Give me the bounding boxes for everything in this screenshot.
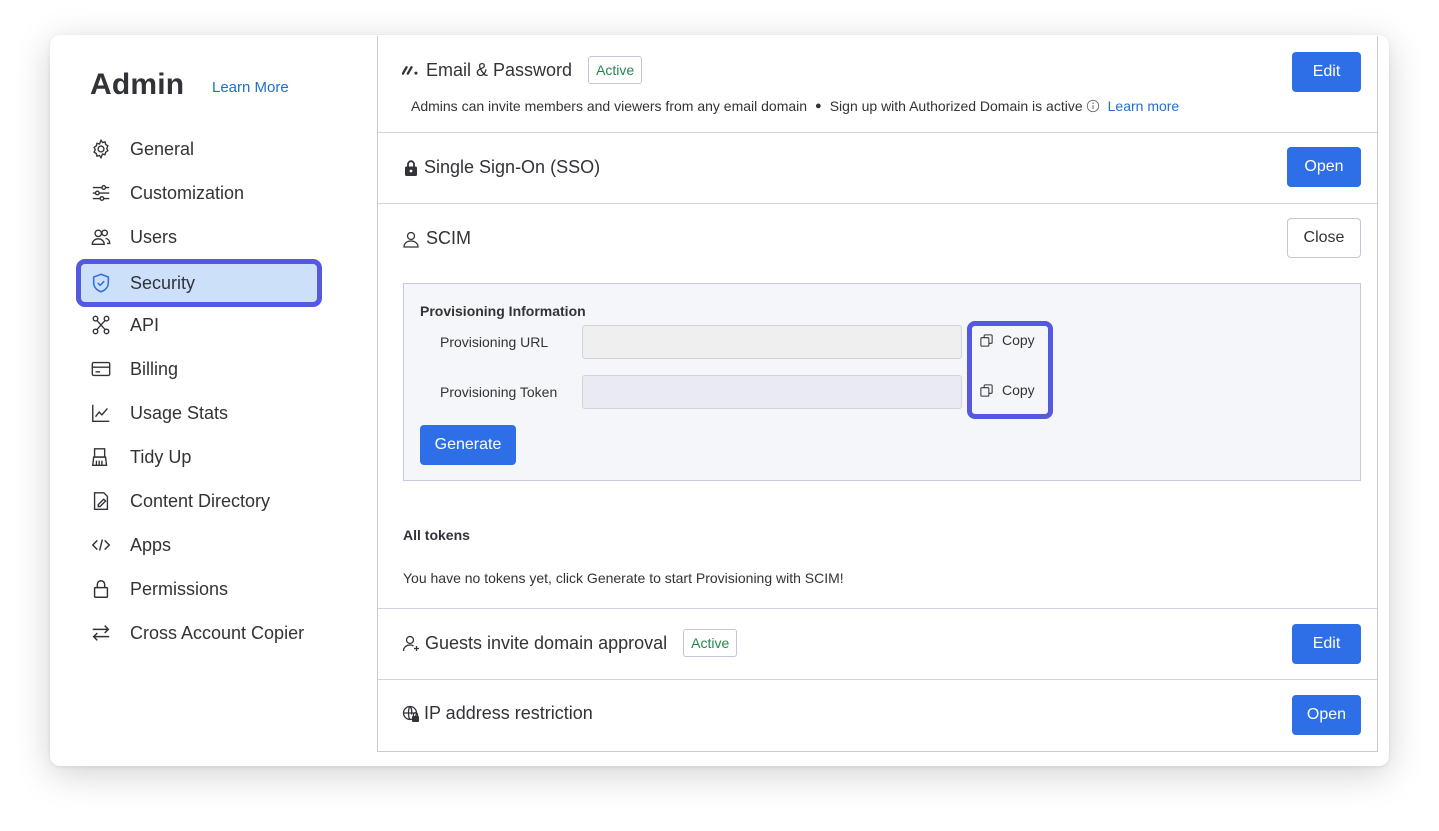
sidebar-item-label: Customization xyxy=(130,182,245,203)
globe-lock-icon xyxy=(402,705,420,723)
gear-icon xyxy=(90,138,112,160)
sidebar-item-security[interactable]: Security xyxy=(76,259,322,307)
generate-button[interactable]: Generate xyxy=(420,425,516,465)
page-title: Admin xyxy=(90,68,185,101)
close-scim-button[interactable]: Close xyxy=(1287,218,1361,258)
sidebar-item-users[interactable]: Users xyxy=(80,216,318,258)
sso-title-row: Single Sign-On (SSO) xyxy=(402,157,600,178)
swap-arrows-icon xyxy=(90,622,112,644)
sidebar-item-label: Usage Stats xyxy=(130,402,229,423)
sidebar-item-label: Users xyxy=(130,226,178,247)
status-badge: Active xyxy=(683,629,738,657)
edit-guests-button[interactable]: Edit xyxy=(1292,624,1361,664)
shield-icon xyxy=(90,272,112,294)
bullet-separator: ● xyxy=(815,100,822,112)
sidebar: Admin Learn More General Customization U… xyxy=(50,35,377,766)
sidebar-item-label: Cross Account Copier xyxy=(130,622,305,643)
lock-icon xyxy=(402,159,420,177)
sso-title: Single Sign-On (SSO) xyxy=(424,157,601,177)
ip-restriction-section: IP address restriction Open xyxy=(378,680,1377,750)
security-settings-panel: Email & Password Active Admins can invit… xyxy=(377,36,1378,752)
provisioning-token-field[interactable] xyxy=(582,375,962,409)
ip-title-row: IP address restriction xyxy=(402,703,593,724)
email-password-section: Email & Password Active Admins can invit… xyxy=(378,36,1377,133)
email-password-title-row: Email & Password Active xyxy=(402,56,643,84)
sidebar-item-apps[interactable]: Apps xyxy=(80,524,318,566)
provisioning-info-box: Provisioning Information Provisioning UR… xyxy=(403,283,1361,481)
status-badge: Active xyxy=(588,56,643,84)
monday-logo-icon xyxy=(402,61,420,79)
broom-icon xyxy=(90,446,112,468)
guests-title-row: Guests invite domain approval Active xyxy=(402,629,738,657)
api-icon xyxy=(90,314,112,336)
sidebar-item-customization[interactable]: Customization xyxy=(80,172,318,214)
copy-label: Copy xyxy=(1002,332,1035,348)
sidebar-item-permissions[interactable]: Permissions xyxy=(80,568,318,610)
copy-url-button[interactable]: Copy xyxy=(979,332,1035,348)
admin-window: Admin Learn More General Customization U… xyxy=(50,35,1389,766)
users-icon xyxy=(90,226,112,248)
sliders-icon xyxy=(90,182,112,204)
provisioning-url-field[interactable] xyxy=(582,325,962,359)
provisioning-title: Provisioning Information xyxy=(420,303,586,319)
email-password-description: Admins can invite members and viewers fr… xyxy=(411,98,1179,114)
chart-icon xyxy=(90,402,112,424)
edit-email-button[interactable]: Edit xyxy=(1292,52,1361,92)
info-icon[interactable] xyxy=(1086,99,1100,113)
guests-title: Guests invite domain approval xyxy=(425,632,668,653)
copy-token-button[interactable]: Copy xyxy=(979,382,1035,398)
sidebar-item-billing[interactable]: Billing xyxy=(80,348,318,390)
desc-text-1: Admins can invite members and viewers fr… xyxy=(411,98,808,114)
sidebar-item-label: Security xyxy=(130,272,196,293)
guests-domain-section: Guests invite domain approval Active Edi… xyxy=(378,609,1377,680)
lock-icon xyxy=(90,578,112,600)
sidebar-item-label: General xyxy=(130,138,195,159)
sidebar-item-label: Apps xyxy=(130,534,172,555)
code-icon xyxy=(90,534,112,556)
sso-section: Single Sign-On (SSO) Open xyxy=(378,133,1377,204)
sidebar-item-api[interactable]: API xyxy=(80,304,318,346)
copy-label: Copy xyxy=(1002,382,1035,398)
sidebar-item-label: Permissions xyxy=(130,578,229,599)
sidebar-item-label: Billing xyxy=(130,358,179,379)
open-sso-button[interactable]: Open xyxy=(1287,147,1361,187)
learn-more-link[interactable]: Learn more xyxy=(1108,98,1180,114)
sidebar-item-label: Content Directory xyxy=(130,490,271,511)
copy-icon xyxy=(980,383,993,397)
credit-card-icon xyxy=(90,358,112,380)
scim-title-row: SCIM xyxy=(402,228,471,249)
scim-title: SCIM xyxy=(426,228,471,248)
sidebar-item-label: API xyxy=(130,314,160,335)
user-icon xyxy=(402,230,420,248)
sidebar-item-cross-account-copier[interactable]: Cross Account Copier xyxy=(80,612,318,654)
all-tokens-title: All tokens xyxy=(403,527,470,543)
no-tokens-message: You have no tokens yet, click Generate t… xyxy=(403,570,844,586)
sidebar-item-general[interactable]: General xyxy=(80,128,318,170)
provisioning-token-label: Provisioning Token xyxy=(440,384,558,400)
copy-icon xyxy=(980,333,993,347)
ip-title: IP address restriction xyxy=(424,703,593,723)
document-icon xyxy=(90,490,112,512)
add-user-icon xyxy=(402,634,420,652)
open-ip-button[interactable]: Open xyxy=(1292,695,1361,735)
sidebar-item-tidy-up[interactable]: Tidy Up xyxy=(80,436,318,478)
sidebar-item-label: Tidy Up xyxy=(130,446,192,467)
sidebar-item-content-directory[interactable]: Content Directory xyxy=(80,480,318,522)
sidebar-item-usage-stats[interactable]: Usage Stats xyxy=(80,392,318,434)
email-password-title: Email & Password xyxy=(426,59,573,80)
desc-text-2: Sign up with Authorized Domain is active xyxy=(829,98,1083,114)
learn-more-link[interactable]: Learn More xyxy=(212,79,289,96)
provisioning-url-label: Provisioning URL xyxy=(440,334,549,350)
